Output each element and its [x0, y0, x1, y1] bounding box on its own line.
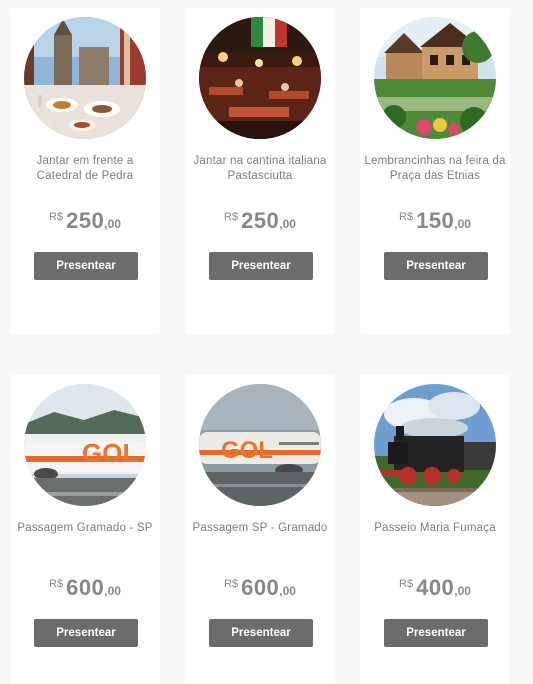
- gol-airplane-photo: GOL: [24, 384, 146, 506]
- restaurant-cathedral-photo: [24, 17, 146, 139]
- price-amount: 400: [416, 575, 455, 600]
- fair-square-photo: [374, 17, 496, 139]
- gol-airplane-photo: GOL: [199, 384, 321, 506]
- gift-card-flight-sp-gramado: GOL Passagem SP - Gramado R$ 600,00 Prese…: [185, 375, 335, 684]
- svg-text:GOL: GOL: [221, 437, 273, 464]
- presentear-button[interactable]: Presentear: [34, 252, 138, 280]
- gift-title: Lembrancinhas na feira da Praça das Etni…: [360, 154, 510, 184]
- price-cents: ,00: [279, 217, 296, 231]
- gift-title-line-2: Catedral de Pedra: [36, 170, 134, 182]
- price-cents: ,00: [454, 584, 471, 598]
- price-cents: ,00: [104, 217, 121, 231]
- gift-title-line-1: Jantar na cantina italiana: [193, 155, 327, 167]
- gift-title: Passeio Maria Fumaça: [360, 521, 510, 536]
- gift-price: R$ 600,00: [10, 575, 160, 601]
- presentear-button[interactable]: Presentear: [34, 619, 138, 647]
- presentear-button[interactable]: Presentear: [384, 252, 488, 280]
- gift-title: Jantar em frente a Catedral de Pedra: [10, 154, 160, 184]
- price-currency: R$: [399, 211, 414, 223]
- steam-train-photo: [374, 384, 496, 506]
- svg-text:GOL: GOL: [82, 438, 138, 468]
- gift-price: R$ 400,00: [360, 575, 510, 601]
- price-amount: 600: [241, 575, 280, 600]
- gift-title-line-1: Lembrancinhas na feira da: [364, 155, 506, 167]
- gift-list: Jantar em frente a Catedral de Pedra R$ 2…: [0, 0, 533, 684]
- price-currency: R$: [399, 578, 414, 590]
- price-amount: 150: [416, 208, 455, 233]
- price-cents: ,00: [454, 217, 471, 231]
- gift-price: R$ 250,00: [185, 208, 335, 234]
- gift-card-steam-train-ride: Passeio Maria Fumaça R$ 400,00 Presentear: [360, 375, 510, 684]
- gift-card-flight-gramado-sp: GOL Passagem Gramado - SP R$ 600,00 Prese…: [10, 375, 160, 684]
- price-currency: R$: [224, 578, 239, 590]
- presentear-button[interactable]: Presentear: [384, 619, 488, 647]
- gift-title-line-1: Passagem SP - Gramado: [192, 522, 328, 534]
- gift-title: Passagem Gramado - SP: [10, 521, 160, 536]
- presentear-button[interactable]: Presentear: [209, 619, 313, 647]
- price-currency: R$: [49, 211, 64, 223]
- gift-title: Passagem SP - Gramado: [185, 521, 335, 536]
- price-amount: 600: [66, 575, 105, 600]
- italian-cantina-photo: [199, 17, 321, 139]
- gift-title-line-2: Praça das Etnias: [389, 170, 481, 182]
- gift-title-line-1: Passeio Maria Fumaça: [374, 522, 496, 534]
- gift-title: Jantar na cantina italiana Pastasciutta: [185, 154, 335, 184]
- gift-title-line-1: Passagem Gramado - SP: [17, 522, 153, 534]
- gift-price: R$ 600,00: [185, 575, 335, 601]
- gift-card-dinner-cathedral: Jantar em frente a Catedral de Pedra R$ 2…: [10, 8, 160, 334]
- price-amount: 250: [241, 208, 280, 233]
- gift-card-souvenirs-fair: Lembrancinhas na feira da Praça das Etni…: [360, 8, 510, 334]
- gift-title-line-1: Jantar em frente a: [36, 155, 134, 167]
- price-cents: ,00: [279, 584, 296, 598]
- price-cents: ,00: [104, 584, 121, 598]
- gift-price: R$ 150,00: [360, 208, 510, 234]
- presentear-button[interactable]: Presentear: [209, 252, 313, 280]
- gift-card-dinner-cantina: Jantar na cantina italiana Pastasciutta …: [185, 8, 335, 334]
- price-amount: 250: [66, 208, 105, 233]
- price-currency: R$: [224, 211, 239, 223]
- gift-price: R$ 250,00: [10, 208, 160, 234]
- price-currency: R$: [49, 578, 64, 590]
- gift-title-line-2: Pastasciutta: [227, 170, 293, 182]
